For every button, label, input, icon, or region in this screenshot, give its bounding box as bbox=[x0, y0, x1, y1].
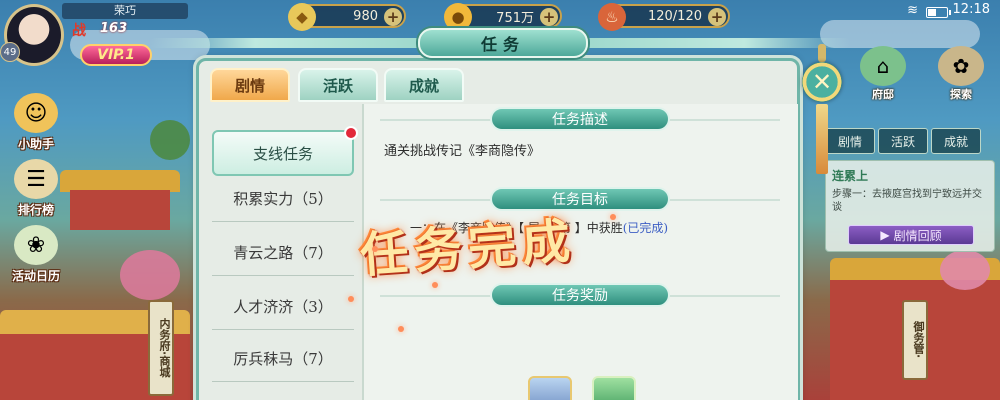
quest-category-list: 支线任务 积累实力（5） 青云之路（7） 人才济济（3） 厉兵秣马（7） bbox=[206, 112, 358, 400]
palace-shop-scroll[interactable]: 内务府·商城 bbox=[148, 300, 174, 396]
calendar-icon: ❀ bbox=[14, 225, 58, 265]
tab-active[interactable]: 活跃 bbox=[298, 68, 378, 102]
player-info[interactable]: 49 荣巧 战 163 VIP.1 bbox=[0, 0, 190, 72]
gold-value: 751万 bbox=[496, 10, 534, 26]
close-button[interactable]: ✕ bbox=[802, 62, 842, 102]
mansion-button[interactable]: ⌂ 府邸 bbox=[855, 46, 911, 102]
right-quest-tracker[interactable]: 连累上 步骤一：去掖庭宫找到宁致远并交谈 ▶ 剧情回顾 bbox=[825, 160, 995, 252]
vip-badge[interactable]: VIP.1 bbox=[80, 44, 152, 66]
event-calendar-button[interactable]: ❀ 活动日历 bbox=[2, 222, 70, 284]
notification-dot bbox=[344, 126, 358, 140]
silver-ingot-icon: ◆ bbox=[288, 3, 316, 31]
dialog-title: 任务 bbox=[418, 28, 588, 58]
desc-header: 任务描述 bbox=[490, 107, 670, 131]
leaderboard-button[interactable]: ☰ 排行榜 bbox=[2, 156, 70, 218]
close-tassel bbox=[816, 104, 828, 174]
power-value: 163 bbox=[100, 21, 128, 36]
clock: 12:18 bbox=[952, 2, 990, 17]
gold-coin-icon: ● bbox=[444, 3, 472, 31]
mini-tab-active[interactable]: 活跃 bbox=[878, 128, 928, 154]
explore-icon: ✿ bbox=[938, 46, 984, 86]
tracker-title: 连累上 bbox=[832, 169, 869, 183]
power-label: 战 bbox=[72, 23, 86, 39]
tab-story[interactable]: 剧情 bbox=[210, 68, 290, 102]
right-scroll-tag[interactable]: 御务管· bbox=[902, 300, 928, 380]
quest-category-side[interactable]: 支线任务 bbox=[212, 126, 358, 176]
right-top-menu: ⌂ 府邸 ✿ 探索 bbox=[845, 42, 1000, 112]
player-name: 荣巧 bbox=[62, 3, 188, 19]
right-quest-tabs: 剧情 活跃 成就 bbox=[825, 128, 995, 156]
tracker-desc: 步骤一：去掖庭宫找到宁致远并交谈 bbox=[832, 189, 982, 213]
meat-stamina-icon: ♨ bbox=[598, 3, 626, 31]
quest-category-strength[interactable]: 积累实力（5） bbox=[212, 176, 354, 222]
sparkle bbox=[432, 282, 438, 288]
tab-achievement[interactable]: 成就 bbox=[384, 68, 464, 102]
level-badge: 49 bbox=[0, 42, 20, 62]
silver-value: 980 bbox=[353, 8, 378, 24]
sparkle bbox=[348, 296, 354, 302]
wifi-icon: ≋ bbox=[907, 3, 918, 18]
sparkle bbox=[372, 246, 378, 252]
silver-resource: ◆ 980 + bbox=[288, 3, 406, 31]
leaderboard-icon: ☰ bbox=[14, 159, 58, 199]
add-silver-button[interactable]: + bbox=[384, 8, 402, 26]
story-review-button[interactable]: ▶ 剧情回顾 bbox=[848, 225, 974, 245]
mini-tab-story[interactable]: 剧情 bbox=[825, 128, 875, 154]
assistant-button[interactable]: ☺ 小助手 bbox=[2, 90, 70, 152]
gold-resource: ● 751万 + bbox=[444, 3, 562, 31]
close-icon: ✕ bbox=[811, 68, 833, 96]
reward-header: 任务奖励 bbox=[490, 283, 670, 307]
quest-category-military[interactable]: 厉兵秣马（7） bbox=[212, 336, 354, 382]
battery-icon bbox=[926, 7, 951, 18]
reward-item-character[interactable] bbox=[528, 376, 572, 400]
close-chain bbox=[818, 44, 826, 62]
stamina-resource: ♨ 120/120 + bbox=[598, 3, 730, 31]
quest-category-rise[interactable]: 青云之路（7） bbox=[212, 230, 354, 276]
add-gold-button[interactable]: + bbox=[540, 8, 558, 26]
sparkle bbox=[398, 326, 404, 332]
mini-tab-achievement[interactable]: 成就 bbox=[931, 128, 981, 154]
stamina-value: 120/120 bbox=[647, 8, 702, 24]
assistant-icon: ☺ bbox=[14, 93, 58, 133]
add-stamina-button[interactable]: + bbox=[708, 8, 726, 26]
explore-button[interactable]: ✿ 探索 bbox=[933, 46, 989, 102]
reward-item-scroll[interactable] bbox=[592, 376, 636, 400]
play-icon: ▶ bbox=[880, 228, 890, 242]
quest-description: 通关挑战传记《李商隐传》 bbox=[384, 144, 541, 159]
sparkle bbox=[610, 214, 616, 220]
mansion-icon: ⌂ bbox=[860, 46, 906, 86]
quest-category-talent[interactable]: 人才济济（3） bbox=[212, 284, 354, 330]
